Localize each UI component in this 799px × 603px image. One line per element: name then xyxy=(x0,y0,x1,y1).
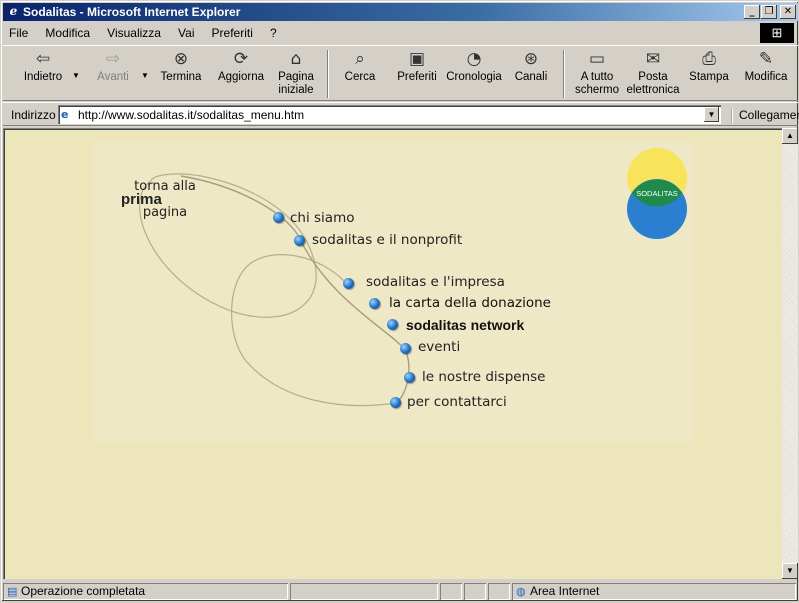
menu-link-network[interactable]: sodalitas network xyxy=(406,317,524,333)
menu-link-carta-donazione[interactable]: la carta della donazione xyxy=(389,295,551,311)
status-bar: ▤ Operazione completata ◍ Area Internet xyxy=(3,582,798,601)
menu-bullet-icon xyxy=(369,298,380,309)
menu-bullet-icon xyxy=(387,319,398,330)
status-panel xyxy=(464,583,486,600)
vertical-scrollbar[interactable]: ▲ ▼ xyxy=(782,128,798,579)
menu-link-contattarci[interactable]: per contattarci xyxy=(407,394,507,410)
menu-link-nonprofit[interactable]: sodalitas e il nonprofit xyxy=(312,232,462,248)
sodalitas-logo[interactable]: SODALITAS xyxy=(625,147,689,241)
menu-link-eventi[interactable]: eventi xyxy=(418,339,460,355)
zone-panel: ◍ Area Internet xyxy=(512,583,796,600)
browser-window: e Sodalitas - Microsoft Internet Explore… xyxy=(0,0,799,602)
status-text-panel: ▤ Operazione completata xyxy=(3,583,288,600)
status-panel xyxy=(440,583,462,600)
menu-link-dispense[interactable]: le nostre dispense xyxy=(422,369,545,385)
menu-bullet-icon xyxy=(390,397,401,408)
menu-bullet-icon xyxy=(404,372,415,383)
scroll-down-icon[interactable]: ▼ xyxy=(782,563,798,579)
menu-bullet-icon xyxy=(294,235,305,246)
status-panel xyxy=(488,583,510,600)
page-done-icon: ▤ xyxy=(7,585,18,598)
menu-bullet-icon xyxy=(343,278,354,289)
menu-link-impresa[interactable]: sodalitas e l'impresa xyxy=(366,274,505,290)
status-panel xyxy=(290,583,438,600)
internet-zone-icon: ◍ xyxy=(516,585,526,598)
home-link[interactable]: torna alla prima pagina xyxy=(121,180,205,219)
menu-link-chi-siamo[interactable]: chi siamo xyxy=(290,210,355,226)
scroll-up-icon[interactable]: ▲ xyxy=(782,128,798,144)
menu-bullet-icon xyxy=(273,212,284,223)
logo-text: SODALITAS xyxy=(636,189,678,198)
menu-bullet-icon xyxy=(400,343,411,354)
